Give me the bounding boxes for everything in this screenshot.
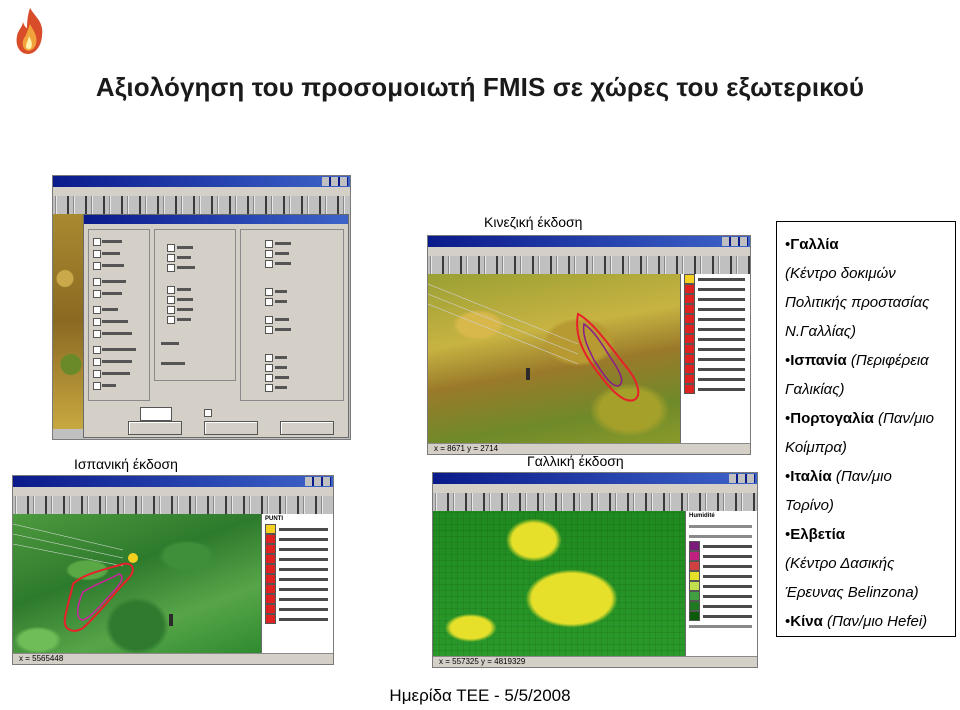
list-item-detail: Ν.Γαλλίας) [785, 323, 857, 340]
dialog-button-cancel[interactable] [204, 421, 258, 435]
checkbox[interactable] [265, 260, 273, 268]
options-group-1 [88, 229, 150, 401]
checkbox[interactable] [265, 298, 273, 306]
french-version-screenshot: Humidité x = 557325 y = 4819329 [432, 472, 758, 668]
slide-footer: Ημερίδα ΤΕΕ - 5/5/2008 [389, 686, 571, 705]
spanish-version-screenshot: PUNTI x = 5565448 [12, 475, 334, 665]
legend-panel: Humidité [685, 511, 757, 657]
checkbox[interactable] [265, 364, 273, 372]
radio-option[interactable] [93, 306, 101, 314]
chinese-version-screenshot: x = 8671 y = 2714 [427, 235, 751, 455]
list-item-detail: Τορίνο) [785, 497, 834, 514]
toolbar [433, 493, 757, 511]
checkbox[interactable] [204, 409, 212, 417]
options-group-2 [154, 229, 236, 381]
fire-perimeter [428, 283, 640, 402]
checkbox[interactable] [167, 264, 175, 272]
checkbox[interactable] [265, 374, 273, 382]
radio-option[interactable] [93, 382, 101, 390]
french-version-caption: Γαλλική έκδοση [527, 453, 624, 469]
fire-perimeter [13, 523, 173, 632]
dialog-screenshot [52, 175, 351, 440]
humidity-map [433, 511, 685, 657]
radio-option[interactable] [93, 262, 101, 270]
dialog-button-ok[interactable] [128, 421, 182, 435]
radio-option[interactable] [93, 278, 101, 286]
legend-panel [680, 274, 750, 444]
list-item-detail: Έρευνας Belinzona) [785, 584, 919, 601]
toolbar [428, 256, 750, 274]
countries-list: •Γαλλία (Κέντρο δοκιμών Πολιτικής προστα… [776, 221, 956, 637]
terrain-map [13, 514, 261, 654]
radio-option[interactable] [93, 290, 101, 298]
list-item-detail: (Κέντρο δοκιμών [785, 265, 896, 282]
toolbar [53, 196, 350, 214]
radio-option[interactable] [93, 318, 101, 326]
list-item-switzerland: •Ελβετία [785, 526, 845, 543]
checkbox[interactable] [167, 296, 175, 304]
checkbox[interactable] [265, 250, 273, 258]
checkbox[interactable] [167, 254, 175, 262]
legend-panel: PUNTI [261, 514, 333, 654]
window-titlebar [53, 176, 350, 187]
radio-option[interactable] [93, 358, 101, 366]
checkbox[interactable] [167, 306, 175, 314]
dialog-titlebar [84, 215, 348, 224]
list-item-detail: Γαλικίας) [785, 381, 845, 398]
flame-logo-icon [16, 8, 43, 54]
checkbox[interactable] [265, 326, 273, 334]
checkbox[interactable] [265, 288, 273, 296]
checkbox[interactable] [265, 240, 273, 248]
terrain-map [53, 214, 83, 429]
list-item-spain: •Ισπανία (Περιφέρεια [785, 352, 929, 369]
window-titlebar [428, 236, 750, 247]
list-item-portugal: •Πορτογαλία (Παν/μιο [785, 410, 935, 427]
legend-title: Humidité [689, 513, 715, 519]
radio-option[interactable] [93, 330, 101, 338]
radio-option[interactable] [93, 346, 101, 354]
toolbar [13, 496, 333, 514]
checkbox[interactable] [265, 316, 273, 324]
checkbox[interactable] [167, 316, 175, 324]
list-item-china: •Κίνα (Παν/μιο Hefei) [785, 613, 928, 630]
coordinates-readout: x = 557325 y = 4819329 [439, 657, 526, 666]
radio-option[interactable] [93, 250, 101, 258]
checkbox[interactable] [167, 244, 175, 252]
checkbox[interactable] [265, 384, 273, 392]
terrain-map [428, 274, 680, 444]
checkbox[interactable] [167, 286, 175, 294]
chinese-version-caption: Κινεζική έκδοση [484, 214, 583, 230]
slide-title: Αξιολόγηση του προσομοιωτή FMIS σε χώρες… [95, 72, 865, 102]
dropdown-select[interactable] [140, 407, 172, 421]
list-item-detail: Πολιτικής προστασίας [785, 294, 930, 311]
radio-option[interactable] [93, 238, 101, 246]
radio-option[interactable] [93, 370, 101, 378]
checkbox[interactable] [265, 354, 273, 362]
status-bar: x = 557325 y = 4819329 [433, 656, 757, 667]
dialog-button-apply[interactable] [280, 421, 334, 435]
settings-dialog [83, 214, 349, 438]
window-titlebar [433, 473, 757, 484]
list-item-detail: (Κέντρο Δασικής [785, 555, 895, 572]
list-item-detail: Κοίμπρα) [785, 439, 847, 456]
window-titlebar [13, 476, 333, 487]
options-group-3 [240, 229, 344, 401]
list-item-italy: •Ιταλία (Παν/μιο [785, 468, 892, 485]
list-item-france: •Γαλλία [785, 236, 839, 253]
coordinates-readout: x = 8671 y = 2714 [434, 444, 499, 453]
coordinates-readout: x = 5565448 [19, 654, 64, 663]
legend-title: PUNTI [265, 516, 283, 522]
spanish-version-caption: Ισπανική έκδοση [74, 456, 178, 472]
status-bar: x = 5565448 [13, 653, 333, 664]
